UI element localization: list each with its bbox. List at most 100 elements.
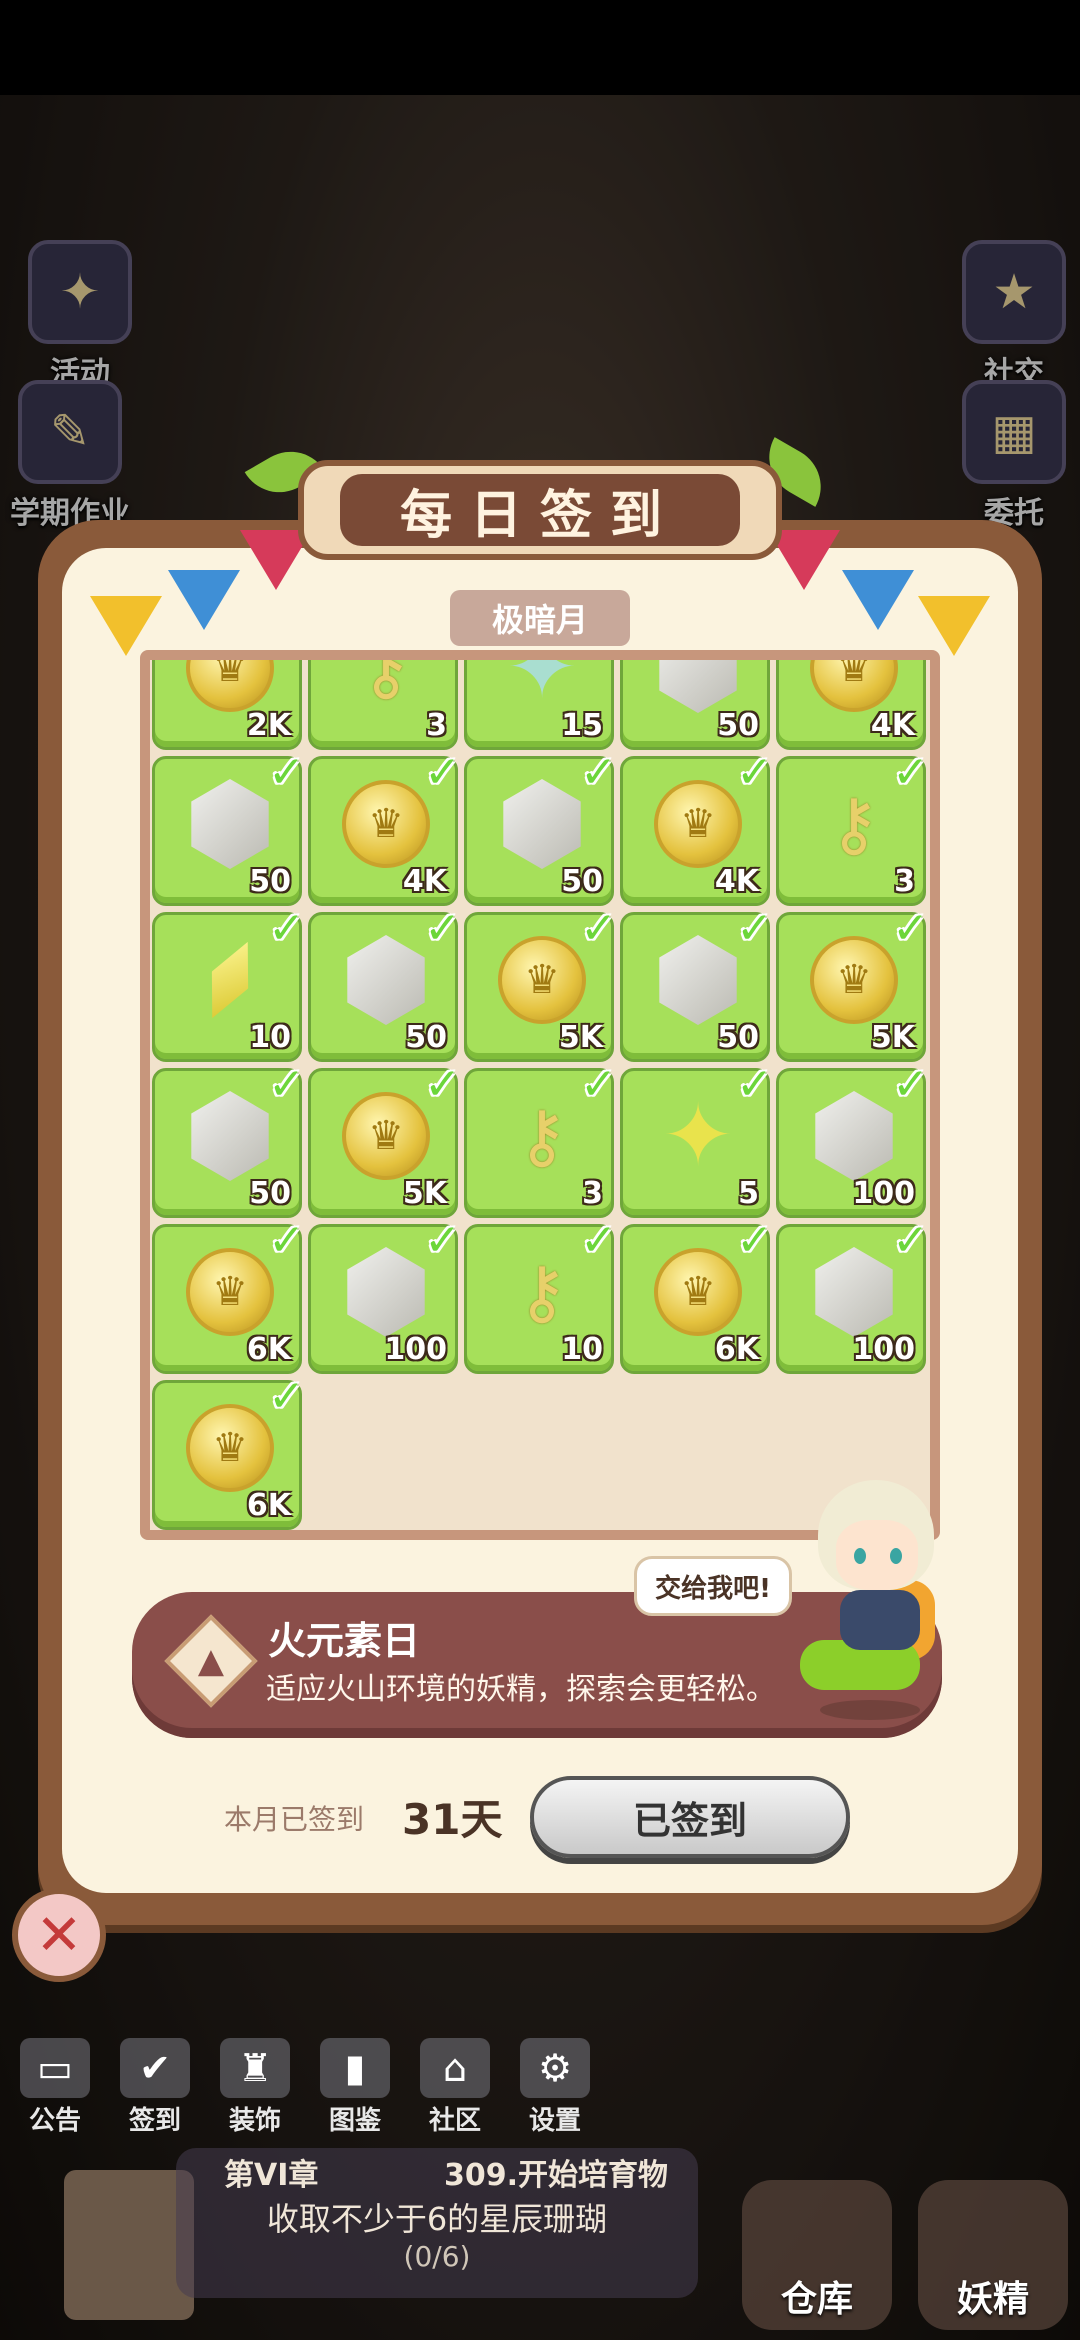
reward-cell[interactable]: 50 ✓: [152, 747, 305, 906]
nav-settings[interactable]: ⚙ 设置: [510, 2038, 600, 2137]
reward-cell[interactable]: ♛ 6K ✓: [620, 1215, 773, 1374]
gold-coin-icon: ♛: [498, 936, 586, 1024]
reward-cell[interactable]: 50 ✓: [620, 903, 773, 1062]
gem-icon: [659, 660, 737, 713]
reward-cell[interactable]: ✦ 5 ✓: [620, 1059, 773, 1218]
quest-step: 309.开始培育物: [444, 2158, 669, 2193]
reward-icon: [651, 660, 745, 715]
signed-button[interactable]: 已签到: [530, 1776, 850, 1858]
checkmark-icon: ✓: [580, 903, 617, 954]
reward-quantity: 10: [249, 1020, 291, 1055]
checkmark-icon: ✓: [580, 1215, 617, 1266]
nav-decorate[interactable]: ♜ 装饰: [210, 2038, 300, 2137]
reward-cell[interactable]: ♛ 2K: [152, 660, 302, 750]
checkmark-icon: ✓: [268, 747, 305, 798]
reward-quantity: 5K: [558, 1020, 603, 1055]
reward-cell[interactable]: ⚷ 3 ✓: [464, 1059, 617, 1218]
checkmark-icon: ✓: [268, 1059, 305, 1110]
reward-cell[interactable]: 100 ✓: [776, 1059, 929, 1218]
quest-book-icon[interactable]: [64, 2170, 194, 2320]
reward-icon: ⚷: [807, 777, 901, 871]
reward-cell[interactable]: ⚷ 3 ✓: [776, 747, 929, 906]
reward-cell[interactable]: 50 ✓: [464, 747, 617, 906]
reward-cell[interactable]: ⚷ 3: [308, 660, 458, 750]
reward-icon: ♛: [651, 777, 745, 871]
warehouse-label: 仓库: [780, 2279, 853, 2320]
reward-quantity: 6K: [246, 1332, 291, 1367]
gold-coin-icon: ♛: [186, 1248, 274, 1336]
key-icon: ⚷: [360, 660, 412, 709]
reward-cell[interactable]: 100 ✓: [308, 1215, 461, 1374]
checkmark-icon: ✓: [424, 1059, 461, 1110]
nav-label: 设置: [528, 2106, 581, 2136]
reward-cell[interactable]: ♛ 6K ✓: [152, 1215, 305, 1374]
warehouse-button[interactable]: 仓库: [742, 2180, 892, 2330]
reward-cell[interactable]: ♛ 5K ✓: [776, 903, 929, 1062]
reward-quantity: 5K: [402, 1176, 447, 1211]
crystal-icon: [194, 933, 266, 1026]
reward-icon: ♛: [183, 1401, 277, 1495]
gem-icon: [815, 1247, 893, 1337]
reward-cell[interactable]: ♛ 5K ✓: [464, 903, 617, 1062]
reward-quantity: 100: [384, 1332, 447, 1367]
reward-quantity: 50: [717, 708, 759, 743]
fairy-button[interactable]: 妖精: [918, 2180, 1068, 2330]
reward-quantity: 50: [405, 1020, 447, 1055]
reward-quantity: 5K: [870, 1020, 915, 1055]
reward-quantity: 6K: [246, 1488, 291, 1523]
character-eye: [854, 1548, 866, 1564]
reward-icon: [807, 1089, 901, 1183]
gold-coin-icon: ♛: [342, 1092, 430, 1180]
nav-checkin[interactable]: ✔ 签到: [110, 2038, 200, 2137]
character-face: [836, 1520, 918, 1590]
gem-icon: [659, 935, 737, 1025]
gold-coin-icon: ♛: [186, 1404, 274, 1492]
reward-quantity: 50: [561, 864, 603, 899]
close-button[interactable]: ✕: [12, 1888, 106, 1982]
reward-cell[interactable]: ♛ 6K ✓: [152, 1371, 305, 1530]
reward-cell[interactable]: 50: [620, 660, 770, 750]
reward-cell[interactable]: ♛ 4K: [776, 660, 926, 750]
reward-icon: [495, 777, 589, 871]
gold-coin-icon: ♛: [342, 780, 430, 868]
reward-cell[interactable]: 10 ✓: [152, 903, 305, 1062]
reward-cell[interactable]: ⚷ 10 ✓: [464, 1215, 617, 1374]
reward-cell[interactable]: ♛ 5K ✓: [308, 1059, 461, 1218]
gold-coin-icon: ♛: [654, 1248, 742, 1336]
nav-codex[interactable]: ▮ 图鉴: [310, 2038, 400, 2137]
reward-icon: [183, 777, 277, 871]
reward-icon: ♛: [651, 1245, 745, 1339]
reward-cell[interactable]: 50 ✓: [152, 1059, 305, 1218]
notice-icon: ▭: [20, 2038, 90, 2098]
checkmark-icon: ✓: [268, 1215, 305, 1266]
checkmark-icon: ✓: [580, 1059, 617, 1110]
reward-cell[interactable]: ♛ 4K ✓: [620, 747, 773, 906]
key-icon: ⚷: [828, 783, 880, 865]
reward-cell[interactable]: 50 ✓: [308, 903, 461, 1062]
checkmark-icon: ✓: [736, 1059, 773, 1110]
checkmark-icon: ✓: [424, 747, 461, 798]
key-icon: ⚷: [516, 1095, 568, 1177]
star-shard-icon: ✦: [661, 1086, 735, 1186]
reward-icon: [183, 1089, 277, 1183]
element-day-title: 火元素日: [268, 1619, 421, 1663]
decorate-icon: ♜: [220, 2038, 290, 2098]
reward-quantity: 5: [738, 1176, 759, 1211]
community-icon: ⌂: [420, 2038, 490, 2098]
gem-icon: [815, 1091, 893, 1181]
reward-cell[interactable]: ♛ 4K ✓: [308, 747, 461, 906]
gem-icon: [347, 1247, 425, 1337]
bunting-flag: [918, 596, 990, 656]
reward-icon: [183, 933, 277, 1027]
signed-days: 31天: [402, 1795, 503, 1844]
element-day-desc: 适应火山环境的妖精，探索会更轻松。: [266, 1672, 776, 1707]
reward-cell[interactable]: ✦ 15: [464, 660, 614, 750]
bunting-flag: [168, 570, 240, 630]
reward-cell[interactable]: 100 ✓: [776, 1215, 929, 1374]
gold-coin-icon: ♛: [810, 936, 898, 1024]
close-icon: ✕: [35, 1902, 83, 1968]
nav-community[interactable]: ⌂ 社区: [410, 2038, 500, 2137]
nav-notice[interactable]: ▭ 公告: [10, 2038, 100, 2137]
status-bar: [0, 0, 1080, 95]
reward-grid[interactable]: ♛ 2K ⚷ 3 ✦ 15 50 ♛ 4K 50 ✓ ♛ 4K ✓ 50 ✓ ♛ 4K ✓ ⚷ 3 ✓ 10 ✓ 50 ✓ ♛ 5K ✓…: [150, 660, 930, 1530]
